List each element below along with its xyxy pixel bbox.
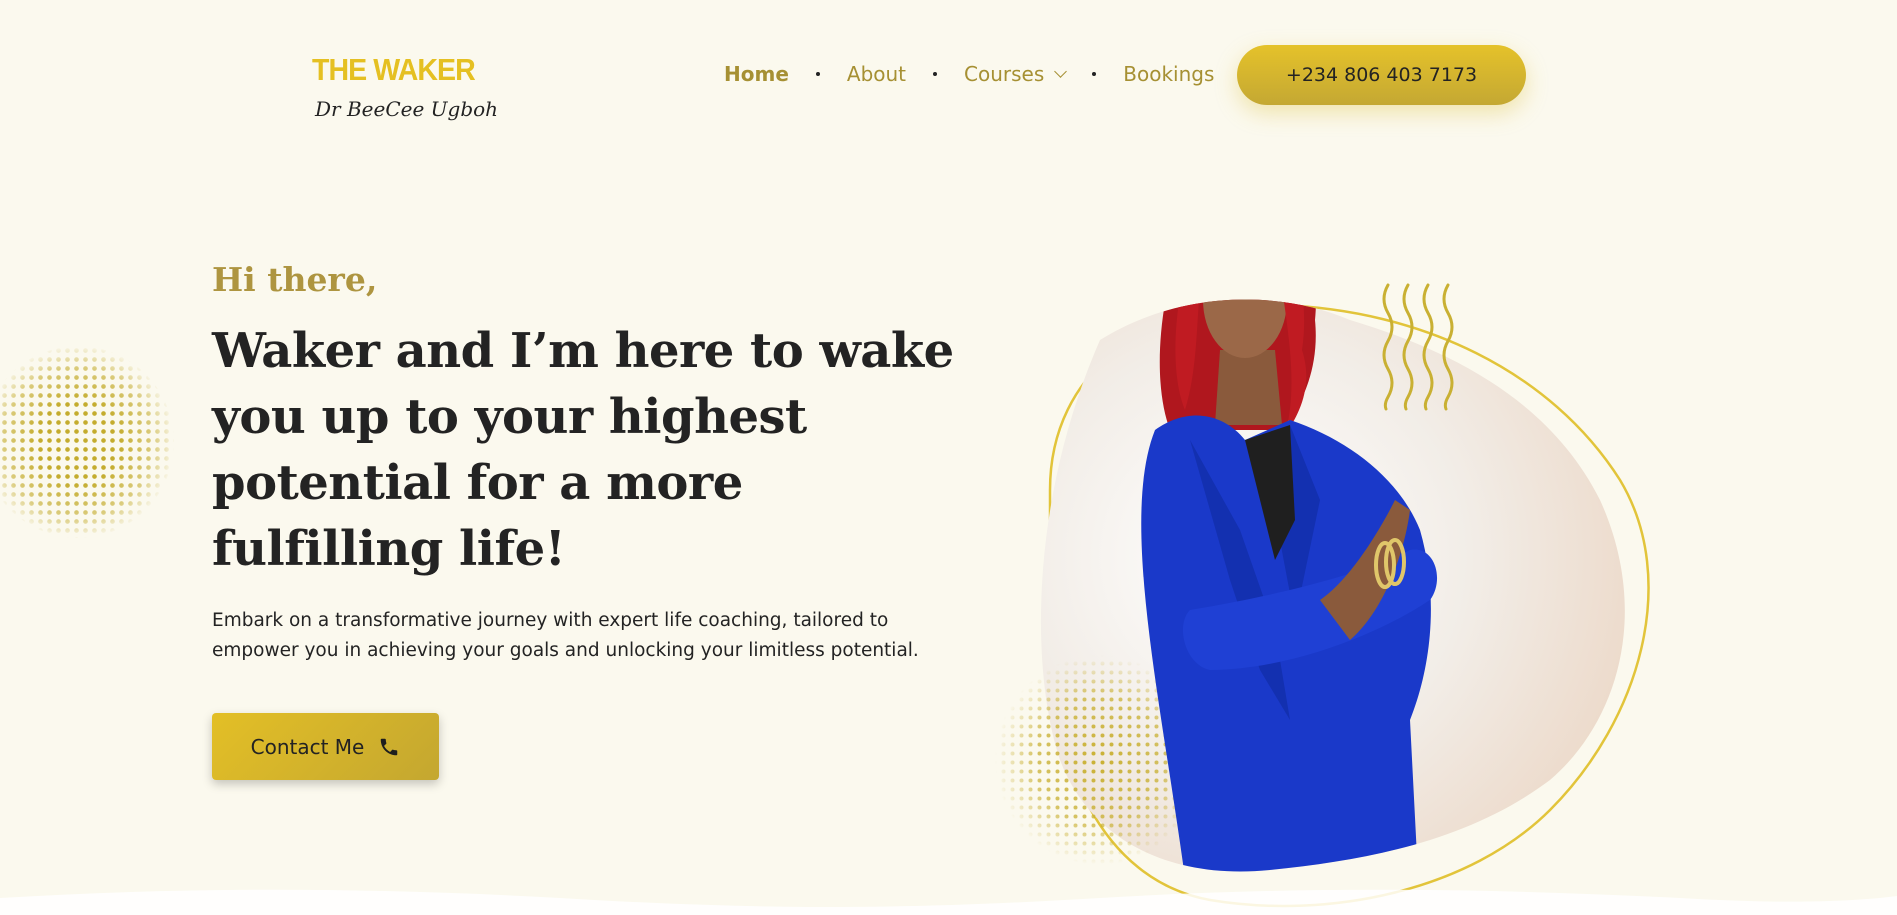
logo-subtitle: Dr BeeCee Ugboh: [315, 97, 499, 121]
bottom-wave-divider: [0, 889, 1897, 915]
nav-about[interactable]: About: [847, 62, 906, 86]
phone-icon: [378, 736, 400, 758]
logo-title: THE WAKER: [312, 52, 476, 87]
nav-separator: [1092, 72, 1097, 76]
contact-me-button[interactable]: Contact Me: [212, 713, 439, 780]
nav-separator: [815, 72, 820, 76]
contact-me-label: Contact Me: [250, 734, 365, 759]
hero-description: Embark on a transformative journey with …: [212, 610, 919, 661]
hero-illustration: [990, 283, 1650, 908]
phone-number-button[interactable]: +234 806 403 7173: [1237, 45, 1526, 105]
nav-bookings[interactable]: Bookings: [1123, 62, 1214, 86]
hero-greeting: Hi there,: [212, 260, 378, 299]
chevron-down-icon[interactable]: [1054, 64, 1068, 78]
portrait-photo: [1141, 299, 1438, 872]
nav-separator: [933, 72, 938, 76]
hero-headline: Waker and I’m here to wake you up to you…: [212, 323, 954, 577]
halftone-dots-decoration: [0, 346, 174, 538]
nav-courses-label[interactable]: Courses: [964, 62, 1044, 86]
main-nav: Home About Courses Bookings: [724, 62, 1214, 86]
logo[interactable]: THE WAKER Dr BeeCee Ugboh: [312, 54, 498, 121]
nav-courses[interactable]: Courses: [964, 62, 1068, 86]
nav-home[interactable]: Home: [724, 62, 789, 86]
